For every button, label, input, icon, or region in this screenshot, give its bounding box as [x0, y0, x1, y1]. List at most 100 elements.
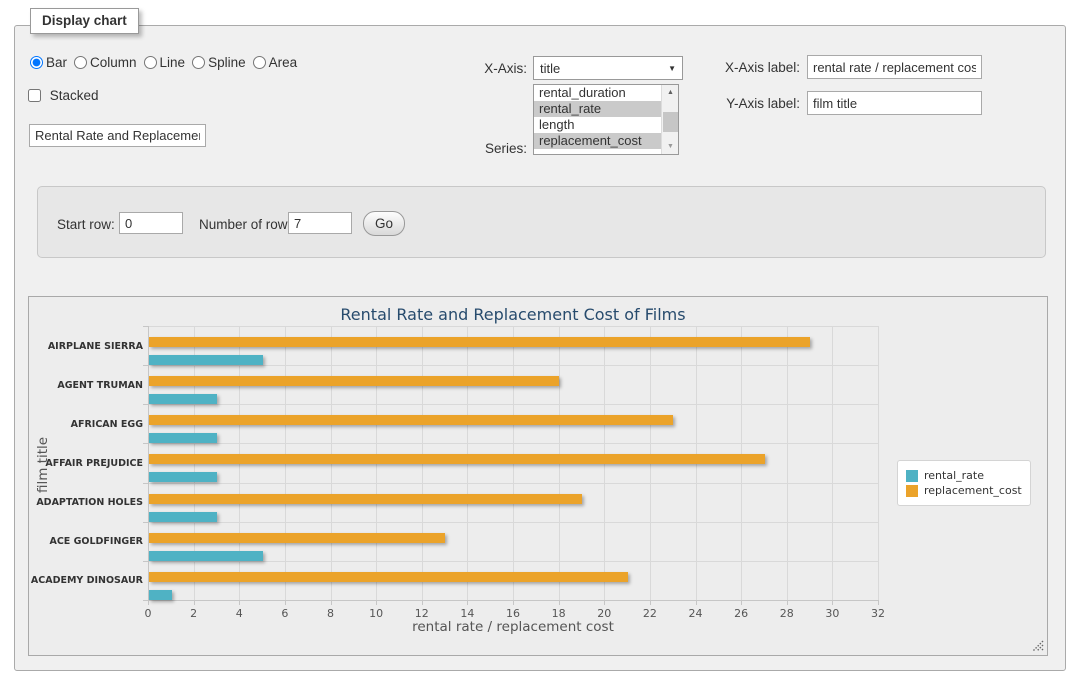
chart-type-label: Column — [90, 55, 137, 70]
x-tick-label: 10 — [361, 607, 391, 620]
row-range-panel — [37, 186, 1046, 258]
series-option-rental_duration[interactable]: rental_duration — [534, 85, 661, 101]
number-of-rows-input[interactable] — [288, 212, 352, 234]
y-category-label: ACE GOLDFINGER — [29, 536, 143, 547]
y-category-label: AGENT TRUMAN — [29, 380, 143, 391]
x-tick-label: 2 — [179, 607, 209, 620]
chart-legend: rental_rate replacement_cost — [897, 460, 1031, 506]
bar-rental_rate — [149, 472, 217, 482]
y-category-label: AIRPLANE SIERRA — [29, 341, 143, 352]
x-axis-select-label: X-Axis: — [430, 61, 527, 76]
series-listbox[interactable]: rental_durationrental_ratelengthreplacem… — [533, 84, 679, 155]
x-axis-select[interactable]: title ▼ — [533, 56, 683, 80]
y-gridline — [148, 443, 878, 444]
chart-title-input[interactable] — [29, 124, 206, 147]
x-axis-label-input[interactable] — [807, 55, 982, 79]
number-of-rows-label: Number of rows: — [199, 217, 299, 232]
x-tick — [878, 600, 879, 605]
x-tick-label: 4 — [224, 607, 254, 620]
legend-label: replacement_cost — [924, 484, 1022, 497]
chart-type-label: Spline — [208, 55, 246, 70]
x-tick-label: 24 — [681, 607, 711, 620]
chart-type-option-area: Area — [253, 55, 298, 70]
resize-grip-icon[interactable] — [1032, 640, 1044, 652]
x-gridline — [878, 326, 879, 600]
x-tick-label: 16 — [498, 607, 528, 620]
series-option-rental_rate[interactable]: rental_rate — [534, 101, 661, 117]
x-tick-label: 22 — [635, 607, 665, 620]
x-axis-label-caption: X-Axis label: — [690, 60, 800, 75]
x-tick-label: 20 — [589, 607, 619, 620]
y-axis-label-input[interactable] — [807, 91, 982, 115]
legend-swatch-icon — [906, 470, 918, 482]
legend-swatch-icon — [906, 485, 918, 497]
y-gridline — [148, 365, 878, 366]
bar-rental_rate — [149, 433, 217, 443]
chart-type-radio-column[interactable] — [74, 56, 87, 69]
x-gridline — [832, 326, 833, 600]
y-gridline — [148, 522, 878, 523]
series-options: rental_durationrental_ratelengthreplacem… — [534, 85, 661, 154]
bar-rental_rate — [149, 394, 217, 404]
bar-replacement_cost — [149, 572, 628, 582]
x-tick-label: 26 — [726, 607, 756, 620]
x-tick-label: 28 — [772, 607, 802, 620]
chart-type-label: Area — [269, 55, 298, 70]
chart-type-label: Bar — [46, 55, 67, 70]
x-tick-label: 18 — [544, 607, 574, 620]
chart-title: Rental Rate and Replacement Cost of Film… — [148, 305, 878, 324]
stacked-checkbox[interactable] — [28, 89, 41, 102]
bar-replacement_cost — [149, 533, 445, 543]
y-gridline — [148, 561, 878, 562]
scroll-up-icon[interactable]: ▲ — [662, 85, 679, 100]
bar-replacement_cost — [149, 415, 673, 425]
chart-type-option-column: Column — [74, 55, 137, 70]
fieldset-legend: Display chart — [30, 8, 139, 34]
chart-type-option-bar: Bar — [30, 55, 67, 70]
y-gridline — [148, 326, 878, 327]
y-category-label: AFFAIR PREJUDICE — [29, 458, 143, 469]
chart-type-radio-line[interactable] — [144, 56, 157, 69]
y-gridline — [148, 483, 878, 484]
x-tick-label: 6 — [270, 607, 300, 620]
series-select-label: Series: — [430, 141, 527, 156]
bar-replacement_cost — [149, 454, 765, 464]
scroll-down-icon[interactable]: ▼ — [662, 139, 679, 154]
y-axis-label-caption: Y-Axis label: — [690, 96, 800, 111]
legend-item-rental_rate[interactable]: rental_rate — [906, 469, 1022, 482]
chart-type-radio-area[interactable] — [253, 56, 266, 69]
start-row-input[interactable] — [119, 212, 183, 234]
x-tick-label: 12 — [407, 607, 437, 620]
start-row-label: Start row: — [57, 217, 115, 232]
y-category-label: ACADEMY DINOSAUR — [29, 575, 143, 586]
x-gridline — [787, 326, 788, 600]
bar-rental_rate — [149, 512, 217, 522]
go-button[interactable]: Go — [363, 211, 405, 236]
listbox-scrollbar[interactable]: ▲ ▼ — [661, 85, 678, 154]
page: Display chart BarColumnLineSplineArea St… — [0, 0, 1081, 681]
chevron-down-icon: ▼ — [668, 64, 676, 73]
x-tick-label: 0 — [133, 607, 163, 620]
scrollbar-thumb[interactable] — [663, 112, 678, 132]
legend-label: rental_rate — [924, 469, 984, 482]
bar-rental_rate — [149, 551, 263, 561]
chart-type-radios: BarColumnLineSplineArea — [30, 55, 304, 70]
x-tick-label: 32 — [863, 607, 893, 620]
stacked-option: Stacked — [28, 88, 99, 103]
stacked-label: Stacked — [50, 88, 99, 103]
chart-type-option-spline: Spline — [192, 55, 246, 70]
bar-replacement_cost — [149, 494, 582, 504]
bar-rental_rate — [149, 590, 172, 600]
bar-replacement_cost — [149, 337, 810, 347]
chart-type-radio-bar[interactable] — [30, 56, 43, 69]
legend-item-replacement_cost[interactable]: replacement_cost — [906, 484, 1022, 497]
chart-type-radio-spline[interactable] — [192, 56, 205, 69]
x-axis-line — [148, 600, 878, 601]
x-tick-label: 8 — [316, 607, 346, 620]
chart-area: Rental Rate and Replacement Cost of Film… — [28, 296, 1048, 656]
y-category-label: AFRICAN EGG — [29, 419, 143, 430]
x-tick-label: 30 — [817, 607, 847, 620]
series-option-length[interactable]: length — [534, 117, 661, 133]
x-axis-title: rental rate / replacement cost — [148, 619, 878, 635]
series-option-replacement_cost[interactable]: replacement_cost — [534, 133, 661, 149]
